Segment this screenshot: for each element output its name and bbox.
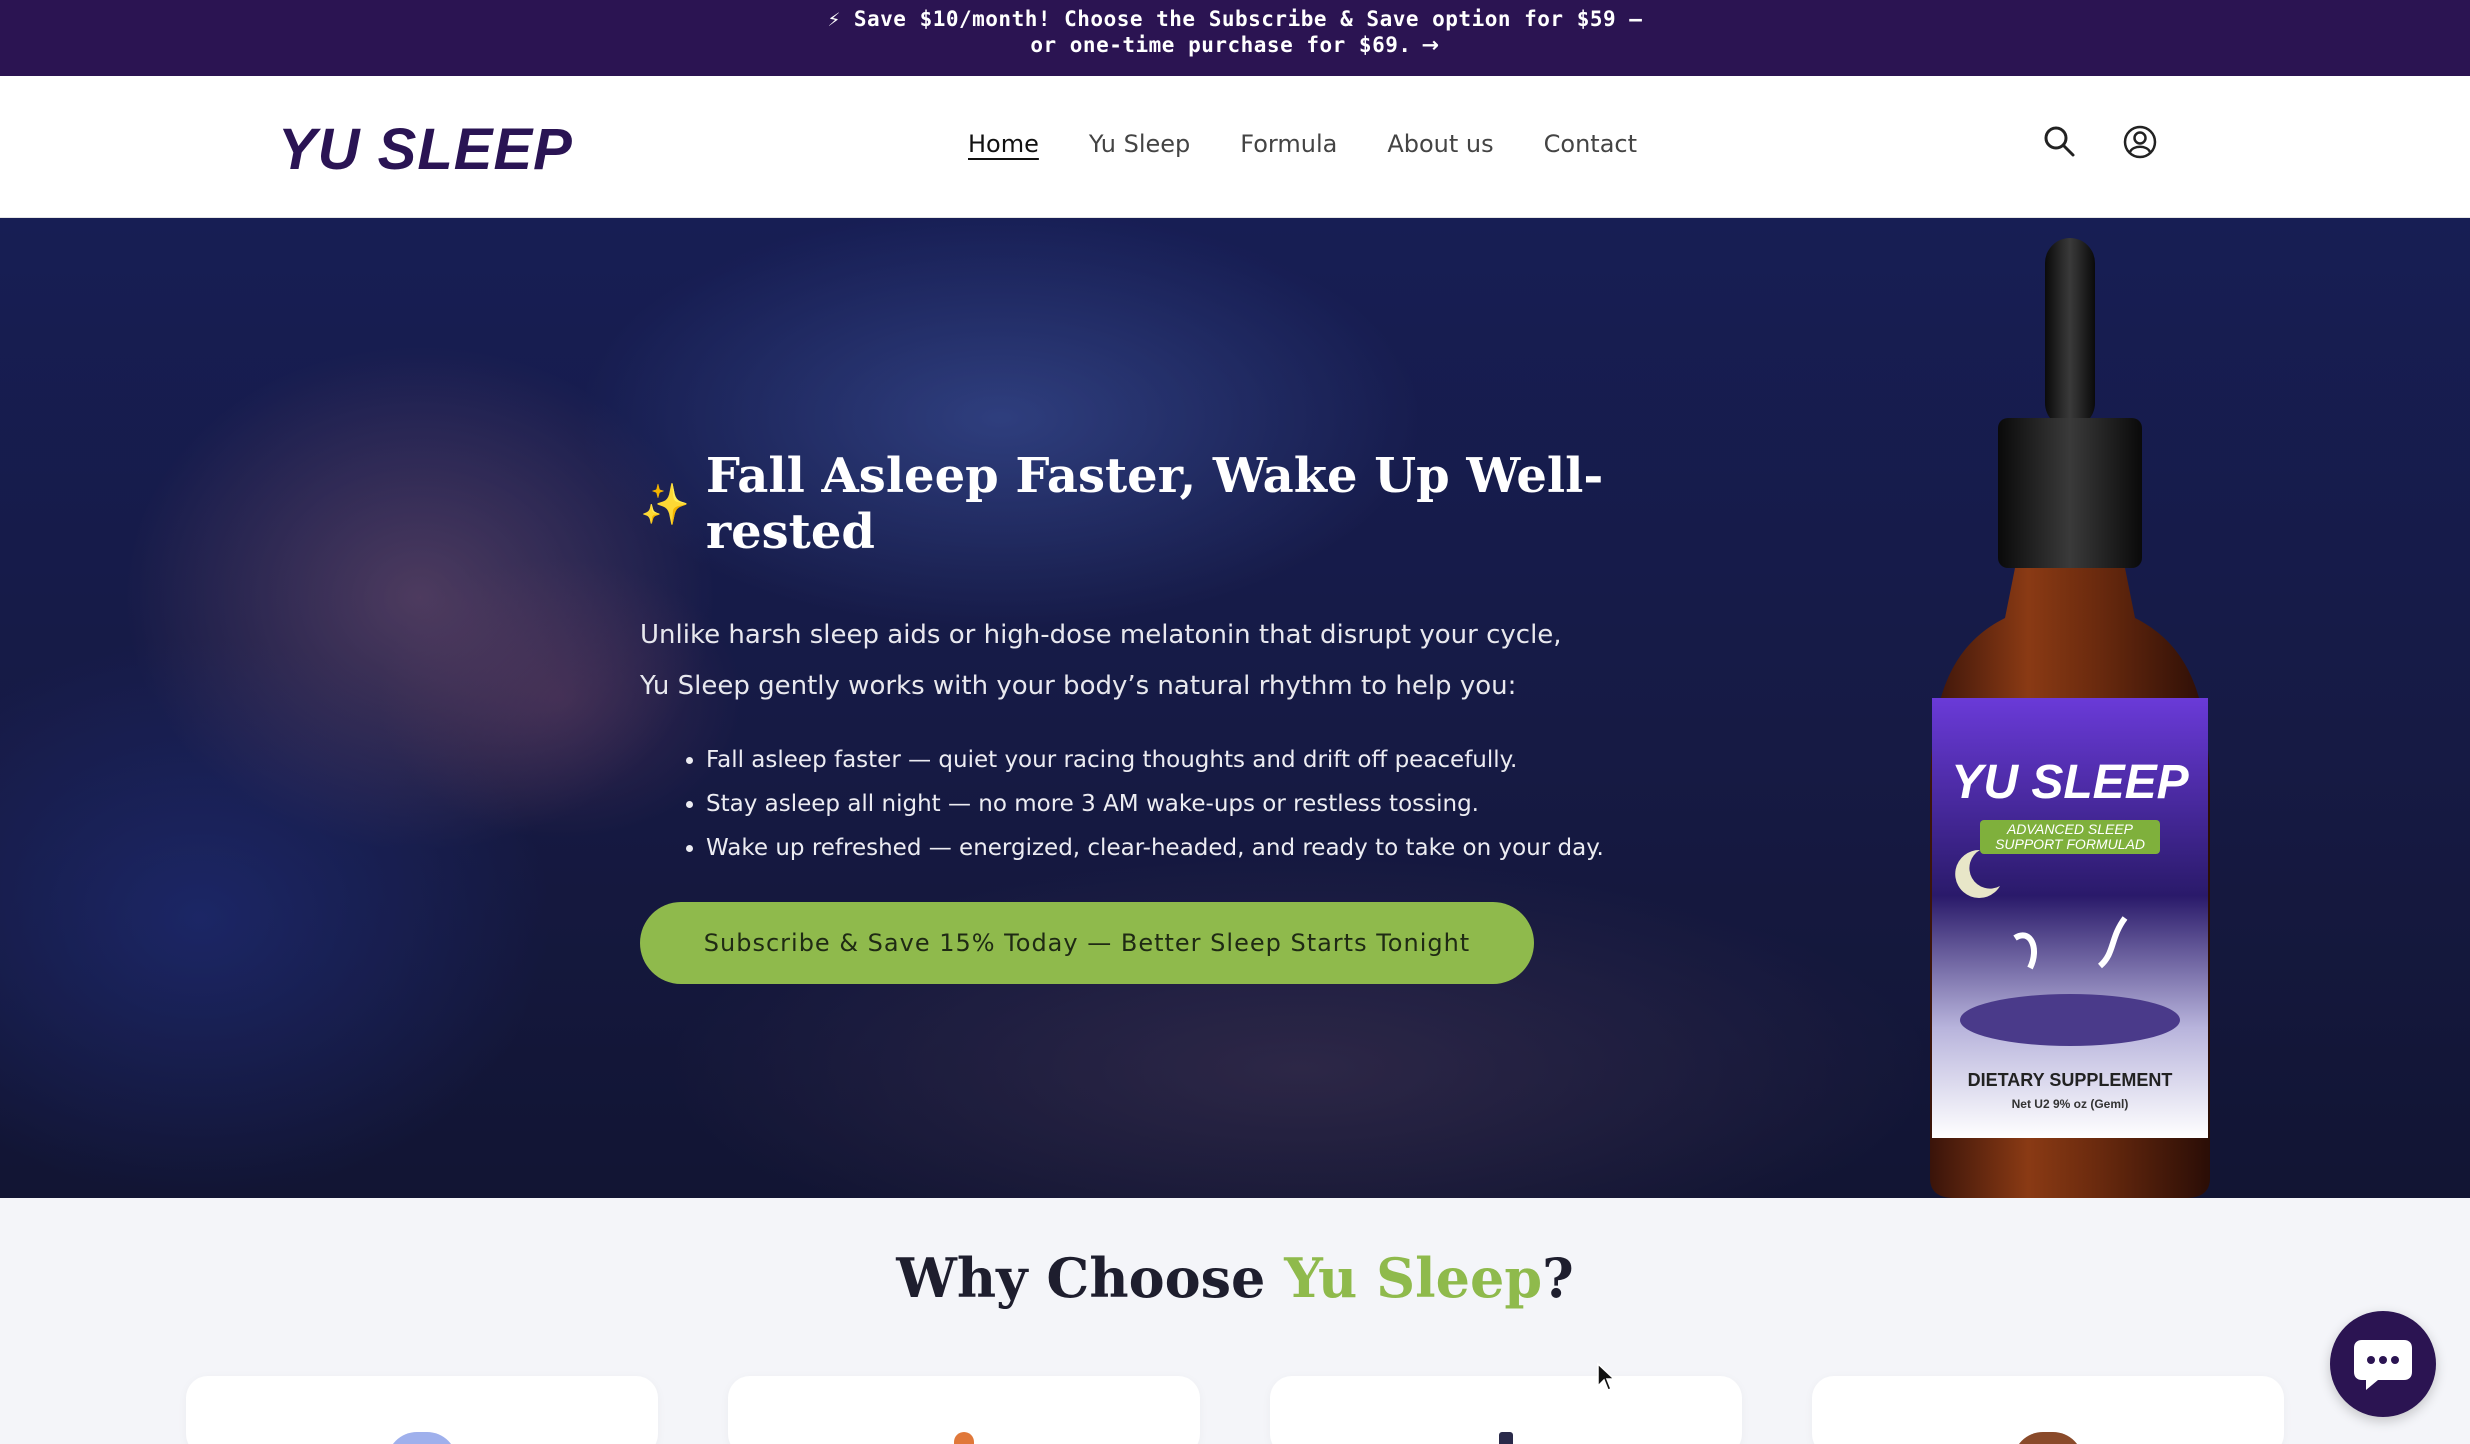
benefit-item: Stay asleep all night — no more 3 AM wak… — [706, 782, 1720, 826]
bottle-brand: YU SLEEP — [1951, 756, 2189, 809]
bottle-net-label: Net U2 9% oz (Geml) — [2012, 1097, 2129, 1111]
sparkle-icon: ✨ — [640, 480, 690, 528]
main-nav: Home Yu Sleep Formula About us Contact — [968, 130, 1637, 158]
benefits-list: Fall asleep faster — quiet your racing t… — [706, 738, 1720, 870]
site-logo[interactable]: YU SLEEP — [278, 116, 573, 183]
why-title-highlight: Yu Sleep — [1284, 1246, 1543, 1310]
feature-card-icon — [1499, 1432, 1513, 1444]
why-choose-title: Why Choose Yu Sleep? — [0, 1246, 2470, 1310]
bottle-dietary-label: DIETARY SUPPLEMENT — [1968, 1070, 2173, 1090]
arrow-right-icon[interactable]: → — [1422, 32, 1440, 58]
benefit-item: Fall asleep faster — quiet your racing t… — [706, 738, 1720, 782]
nav-yu-sleep[interactable]: Yu Sleep — [1089, 130, 1190, 158]
feature-card-icon — [387, 1432, 457, 1444]
announcement-bar[interactable]: ⚡ Save $10/month! Choose the Subscribe &… — [0, 0, 2470, 76]
nav-home[interactable]: Home — [968, 130, 1039, 158]
announcement-line-2: or one-time purchase for $69. → — [0, 32, 2470, 58]
hero-intro: Unlike harsh sleep aids or high-dose mel… — [640, 610, 1720, 712]
why-choose-section: Why Choose Yu Sleep? — [0, 1198, 2470, 1444]
why-title-suffix: ? — [1542, 1246, 1574, 1310]
hero-intro-line-1: Unlike harsh sleep aids or high-dose mel… — [640, 620, 1562, 650]
search-icon[interactable] — [2040, 122, 2080, 162]
feature-card-icon — [2013, 1432, 2083, 1444]
feature-card — [1812, 1376, 2284, 1444]
hero-title-text: Fall Asleep Faster, Wake Up Well-rested — [705, 448, 1604, 560]
mouse-cursor-icon — [1597, 1362, 1616, 1391]
bottle-cap — [1998, 418, 2142, 568]
nav-about-us[interactable]: About us — [1387, 130, 1493, 158]
why-title-prefix: Why Choose — [896, 1246, 1285, 1310]
feature-card-icon — [954, 1432, 974, 1444]
hero-section: ✨ Fall Asleep Faster, Wake Up Well-reste… — [0, 218, 2470, 1198]
feature-card — [1270, 1376, 1742, 1444]
feature-card — [186, 1376, 658, 1444]
dropper-bulb — [2045, 238, 2095, 428]
bottle-subtitle-2: SUPPORT FORMULAD — [1995, 836, 2145, 852]
subscribe-cta-button[interactable]: Subscribe & Save 15% Today — Better Slee… — [640, 902, 1534, 984]
account-icon[interactable] — [2120, 122, 2160, 162]
nav-contact[interactable]: Contact — [1544, 130, 1637, 158]
announcement-line-1: ⚡ Save $10/month! Choose the Subscribe &… — [827, 7, 1643, 31]
hero-title: ✨ Fall Asleep Faster, Wake Up Well-reste… — [640, 448, 1720, 560]
chat-widget-button[interactable] — [2330, 1311, 2436, 1417]
benefit-item: Wake up refreshed — energized, clear-hea… — [706, 826, 1720, 870]
site-header: YU SLEEP Home Yu Sleep Formula About us … — [0, 76, 2470, 218]
announcement-line-2-text: or one-time purchase for $69. — [1030, 33, 1412, 57]
chat-bubble-icon — [2354, 1340, 2412, 1390]
pillow-icon — [1960, 994, 2180, 1046]
bottle-subtitle-1: ADVANCED SLEEP — [2006, 821, 2134, 837]
nav-formula[interactable]: Formula — [1240, 130, 1337, 158]
product-bottle-image: YU SLEEP ADVANCED SLEEP SUPPORT FORMULAD… — [1930, 238, 2210, 1198]
hero-content: ✨ Fall Asleep Faster, Wake Up Well-reste… — [640, 448, 1720, 870]
hero-intro-line-2: Yu Sleep gently works with your body’s n… — [640, 671, 1517, 701]
feature-card — [728, 1376, 1200, 1444]
